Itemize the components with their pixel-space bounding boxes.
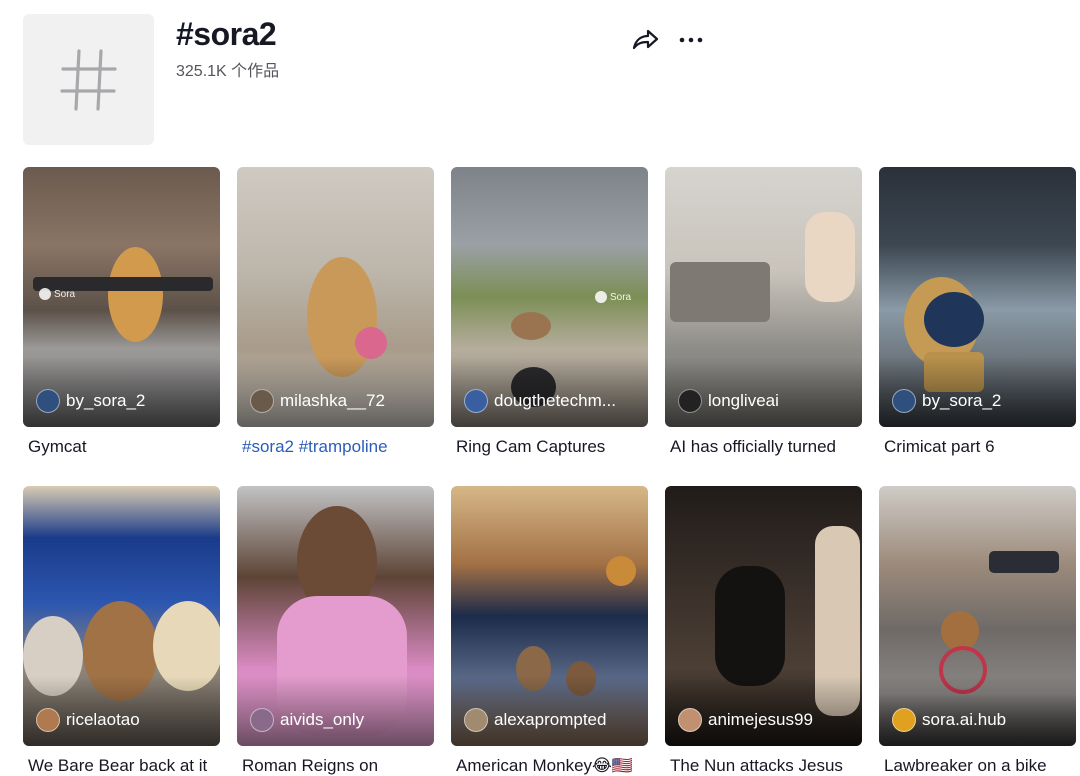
- video-card[interactable]: longliveai AI has officially turned: [665, 167, 862, 457]
- more-options-button[interactable]: [676, 26, 706, 54]
- sora-watermark: Sora: [39, 288, 75, 300]
- video-card[interactable]: Sora by_sora_2 Gymcat: [23, 167, 220, 457]
- video-caption[interactable]: Lawbreaker on a bike: [879, 756, 1079, 776]
- author-link[interactable]: by_sora_2: [36, 389, 145, 413]
- author-link[interactable]: aivids_only: [250, 708, 364, 732]
- author-link[interactable]: animejesus99: [678, 708, 813, 732]
- video-count: 325.1K 个作品: [176, 63, 280, 80]
- video-thumbnail[interactable]: milashka__72: [237, 167, 434, 427]
- avatar: [892, 708, 916, 732]
- avatar: [464, 708, 488, 732]
- video-card[interactable]: ricelaotao We Bare Bear back at it: [23, 486, 220, 776]
- video-caption[interactable]: Ring Cam Captures: [451, 437, 651, 457]
- video-card[interactable]: sora.ai.hub Lawbreaker on a bike: [879, 486, 1076, 776]
- author-link[interactable]: sora.ai.hub: [892, 708, 1006, 732]
- more-dots-icon: [679, 37, 703, 43]
- video-card[interactable]: milashka__72 #sora2 #trampoline: [237, 167, 434, 457]
- author-link[interactable]: longliveai: [678, 389, 779, 413]
- sora-watermark: Sora: [595, 291, 631, 303]
- author-link[interactable]: dougthetechm...: [464, 389, 616, 413]
- avatar: [464, 389, 488, 413]
- avatar: [678, 708, 702, 732]
- hashtag-cover: [23, 14, 154, 145]
- avatar: [250, 389, 274, 413]
- video-thumbnail[interactable]: ricelaotao: [23, 486, 220, 746]
- video-thumbnail[interactable]: sora.ai.hub: [879, 486, 1076, 746]
- page-title: #sora2: [176, 16, 277, 52]
- video-card[interactable]: animejesus99 The Nun attacks Jesus: [665, 486, 862, 776]
- video-thumbnail[interactable]: animejesus99: [665, 486, 862, 746]
- video-thumbnail[interactable]: longliveai: [665, 167, 862, 427]
- avatar: [36, 708, 60, 732]
- author-link[interactable]: milashka__72: [250, 389, 385, 413]
- video-caption[interactable]: We Bare Bear back at it: [23, 756, 223, 776]
- avatar: [36, 389, 60, 413]
- video-caption[interactable]: Crimicat part 6: [879, 437, 1079, 457]
- author-link[interactable]: alexaprompted: [464, 708, 606, 732]
- avatar: [678, 389, 702, 413]
- avatar: [892, 389, 916, 413]
- avatar: [250, 708, 274, 732]
- video-thumbnail[interactable]: by_sora_2: [879, 167, 1076, 427]
- video-caption[interactable]: Gymcat: [23, 437, 223, 457]
- share-arrow-icon: [632, 29, 659, 50]
- author-link[interactable]: by_sora_2: [892, 389, 1001, 413]
- video-caption[interactable]: The Nun attacks Jesus: [665, 756, 865, 776]
- hashtag-icon: [59, 48, 117, 111]
- video-card[interactable]: by_sora_2 Crimicat part 6: [879, 167, 1076, 457]
- video-caption[interactable]: Roman Reigns on: [237, 756, 437, 776]
- video-thumbnail[interactable]: Sora by_sora_2: [23, 167, 220, 427]
- video-thumbnail[interactable]: alexaprompted: [451, 486, 648, 746]
- video-thumbnail[interactable]: Sora dougthetechm...: [451, 167, 648, 427]
- video-caption[interactable]: American Monkey😂🇺🇸: [451, 756, 651, 776]
- video-card[interactable]: alexaprompted American Monkey😂🇺🇸: [451, 486, 648, 776]
- video-card[interactable]: aivids_only Roman Reigns on: [237, 486, 434, 776]
- video-caption[interactable]: #sora2 #trampoline: [237, 437, 437, 457]
- video-card[interactable]: Sora dougthetechm... Ring Cam Captures: [451, 167, 648, 457]
- share-button[interactable]: [630, 26, 660, 54]
- video-caption[interactable]: AI has officially turned: [665, 437, 865, 457]
- author-link[interactable]: ricelaotao: [36, 708, 140, 732]
- video-thumbnail[interactable]: aivids_only: [237, 486, 434, 746]
